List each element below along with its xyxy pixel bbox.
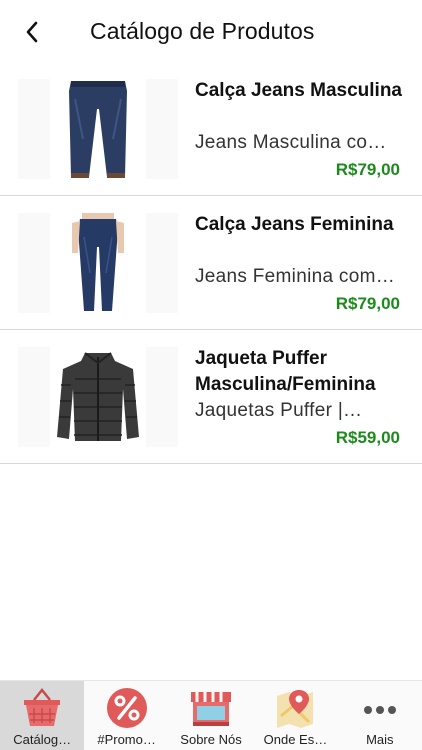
product-item[interactable]: Calça Jeans Feminina Jeans Feminina com…… <box>0 196 422 330</box>
product-price: R$79,00 <box>335 160 400 179</box>
tab-about[interactable]: Sobre Nós <box>169 681 253 750</box>
header: Catálogo de Produtos <box>0 0 422 64</box>
store-icon <box>189 686 233 730</box>
product-description: Jeans Masculina co… <box>195 132 387 153</box>
product-title: Calça Jeans Feminina <box>195 214 394 235</box>
product-description: Jeans Feminina com… <box>195 266 395 287</box>
tab-label: Catálog… <box>13 732 72 747</box>
product-title: Calça Jeans Masculina <box>195 80 402 101</box>
tab-label: Mais <box>366 732 394 747</box>
product-thumbnail <box>18 213 178 313</box>
womens-jeans-image <box>72 213 124 311</box>
basket-icon <box>20 686 64 730</box>
chevron-left-icon <box>26 21 38 43</box>
tab-label: Sobre Nós <box>180 732 242 747</box>
product-item[interactable]: Jaqueta Puffer Masculina/Feminina Jaquet… <box>0 330 422 464</box>
product-item[interactable]: Calça Jeans Masculina Jeans Masculina co… <box>0 62 422 196</box>
product-thumbnail <box>18 347 178 447</box>
puffer-jacket-image <box>57 352 139 441</box>
map-pin-icon <box>273 686 317 730</box>
tab-promo[interactable]: #Promo… <box>84 681 168 750</box>
tab-more[interactable]: Mais <box>338 681 422 750</box>
product-title: Jaqueta Puffer Masculina/Feminina <box>195 348 376 395</box>
product-price: R$79,00 <box>335 294 400 313</box>
product-price: R$59,00 <box>335 428 400 447</box>
more-icon <box>358 686 402 730</box>
product-description: Jaquetas Puffer |… <box>195 400 363 421</box>
product-list: Calça Jeans Masculina Jeans Masculina co… <box>0 62 422 464</box>
tab-label: #Promo… <box>97 732 156 747</box>
tab-bar: Catálog… #Promo… Sobre Nós Onde Es… Mais <box>0 680 422 750</box>
tab-label: Onde Es… <box>263 732 328 747</box>
tab-catalog[interactable]: Catálog… <box>0 681 85 750</box>
mens-jeans-image <box>69 81 127 178</box>
percent-icon <box>105 686 149 730</box>
page-title: Catálogo de Produtos <box>90 18 315 44</box>
tab-location[interactable]: Onde Es… <box>253 681 337 750</box>
product-thumbnail <box>18 79 178 179</box>
back-button[interactable] <box>16 16 48 48</box>
